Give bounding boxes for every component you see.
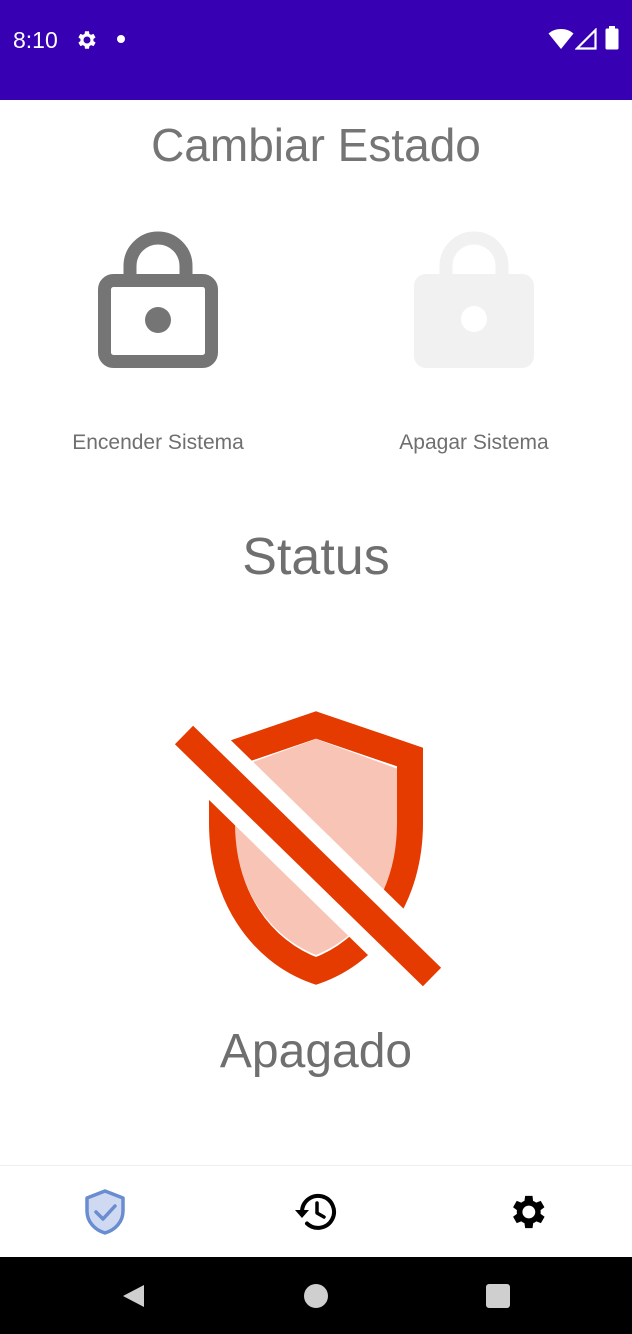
shield-check-icon[interactable] — [83, 1188, 127, 1235]
encender-sistema-label: Encender Sistema — [72, 431, 244, 454]
gear-icon — [78, 31, 96, 49]
status-bar: 8:10 — [0, 0, 632, 100]
status-heading: Status — [242, 528, 390, 586]
signal-icon — [575, 28, 597, 50]
settings-icon[interactable] — [505, 1189, 549, 1235]
system-navigation-bar — [0, 1257, 632, 1334]
notification-dot-icon — [117, 35, 125, 43]
nav-item-history[interactable] — [211, 1166, 422, 1257]
page-title: Cambiar Estado — [151, 119, 481, 171]
status-time: 8:10 — [13, 27, 58, 53]
history-icon[interactable] — [294, 1189, 338, 1235]
nav-item-settings[interactable] — [421, 1166, 632, 1257]
apagar-sistema-label: Apagar Sistema — [399, 431, 549, 454]
shield-off-icon — [170, 711, 450, 995]
status-value: Apagado — [219, 1025, 413, 1078]
recents-icon[interactable] — [486, 1284, 510, 1308]
lock-icon[interactable] — [414, 222, 534, 368]
apagar-sistema-button[interactable] — [316, 222, 632, 372]
back-icon[interactable] — [120, 1283, 146, 1309]
unlock-icon[interactable] — [98, 222, 218, 368]
bottom-navigation — [0, 1165, 632, 1257]
battery-icon — [605, 26, 619, 50]
wifi-icon — [548, 29, 574, 49]
encender-sistema-button[interactable] — [0, 222, 316, 372]
app-screen: 8:10 Cambiar Estado Encender Sistema Apa… — [0, 0, 632, 1334]
home-icon[interactable] — [304, 1284, 328, 1308]
nav-item-status[interactable] — [0, 1166, 211, 1257]
